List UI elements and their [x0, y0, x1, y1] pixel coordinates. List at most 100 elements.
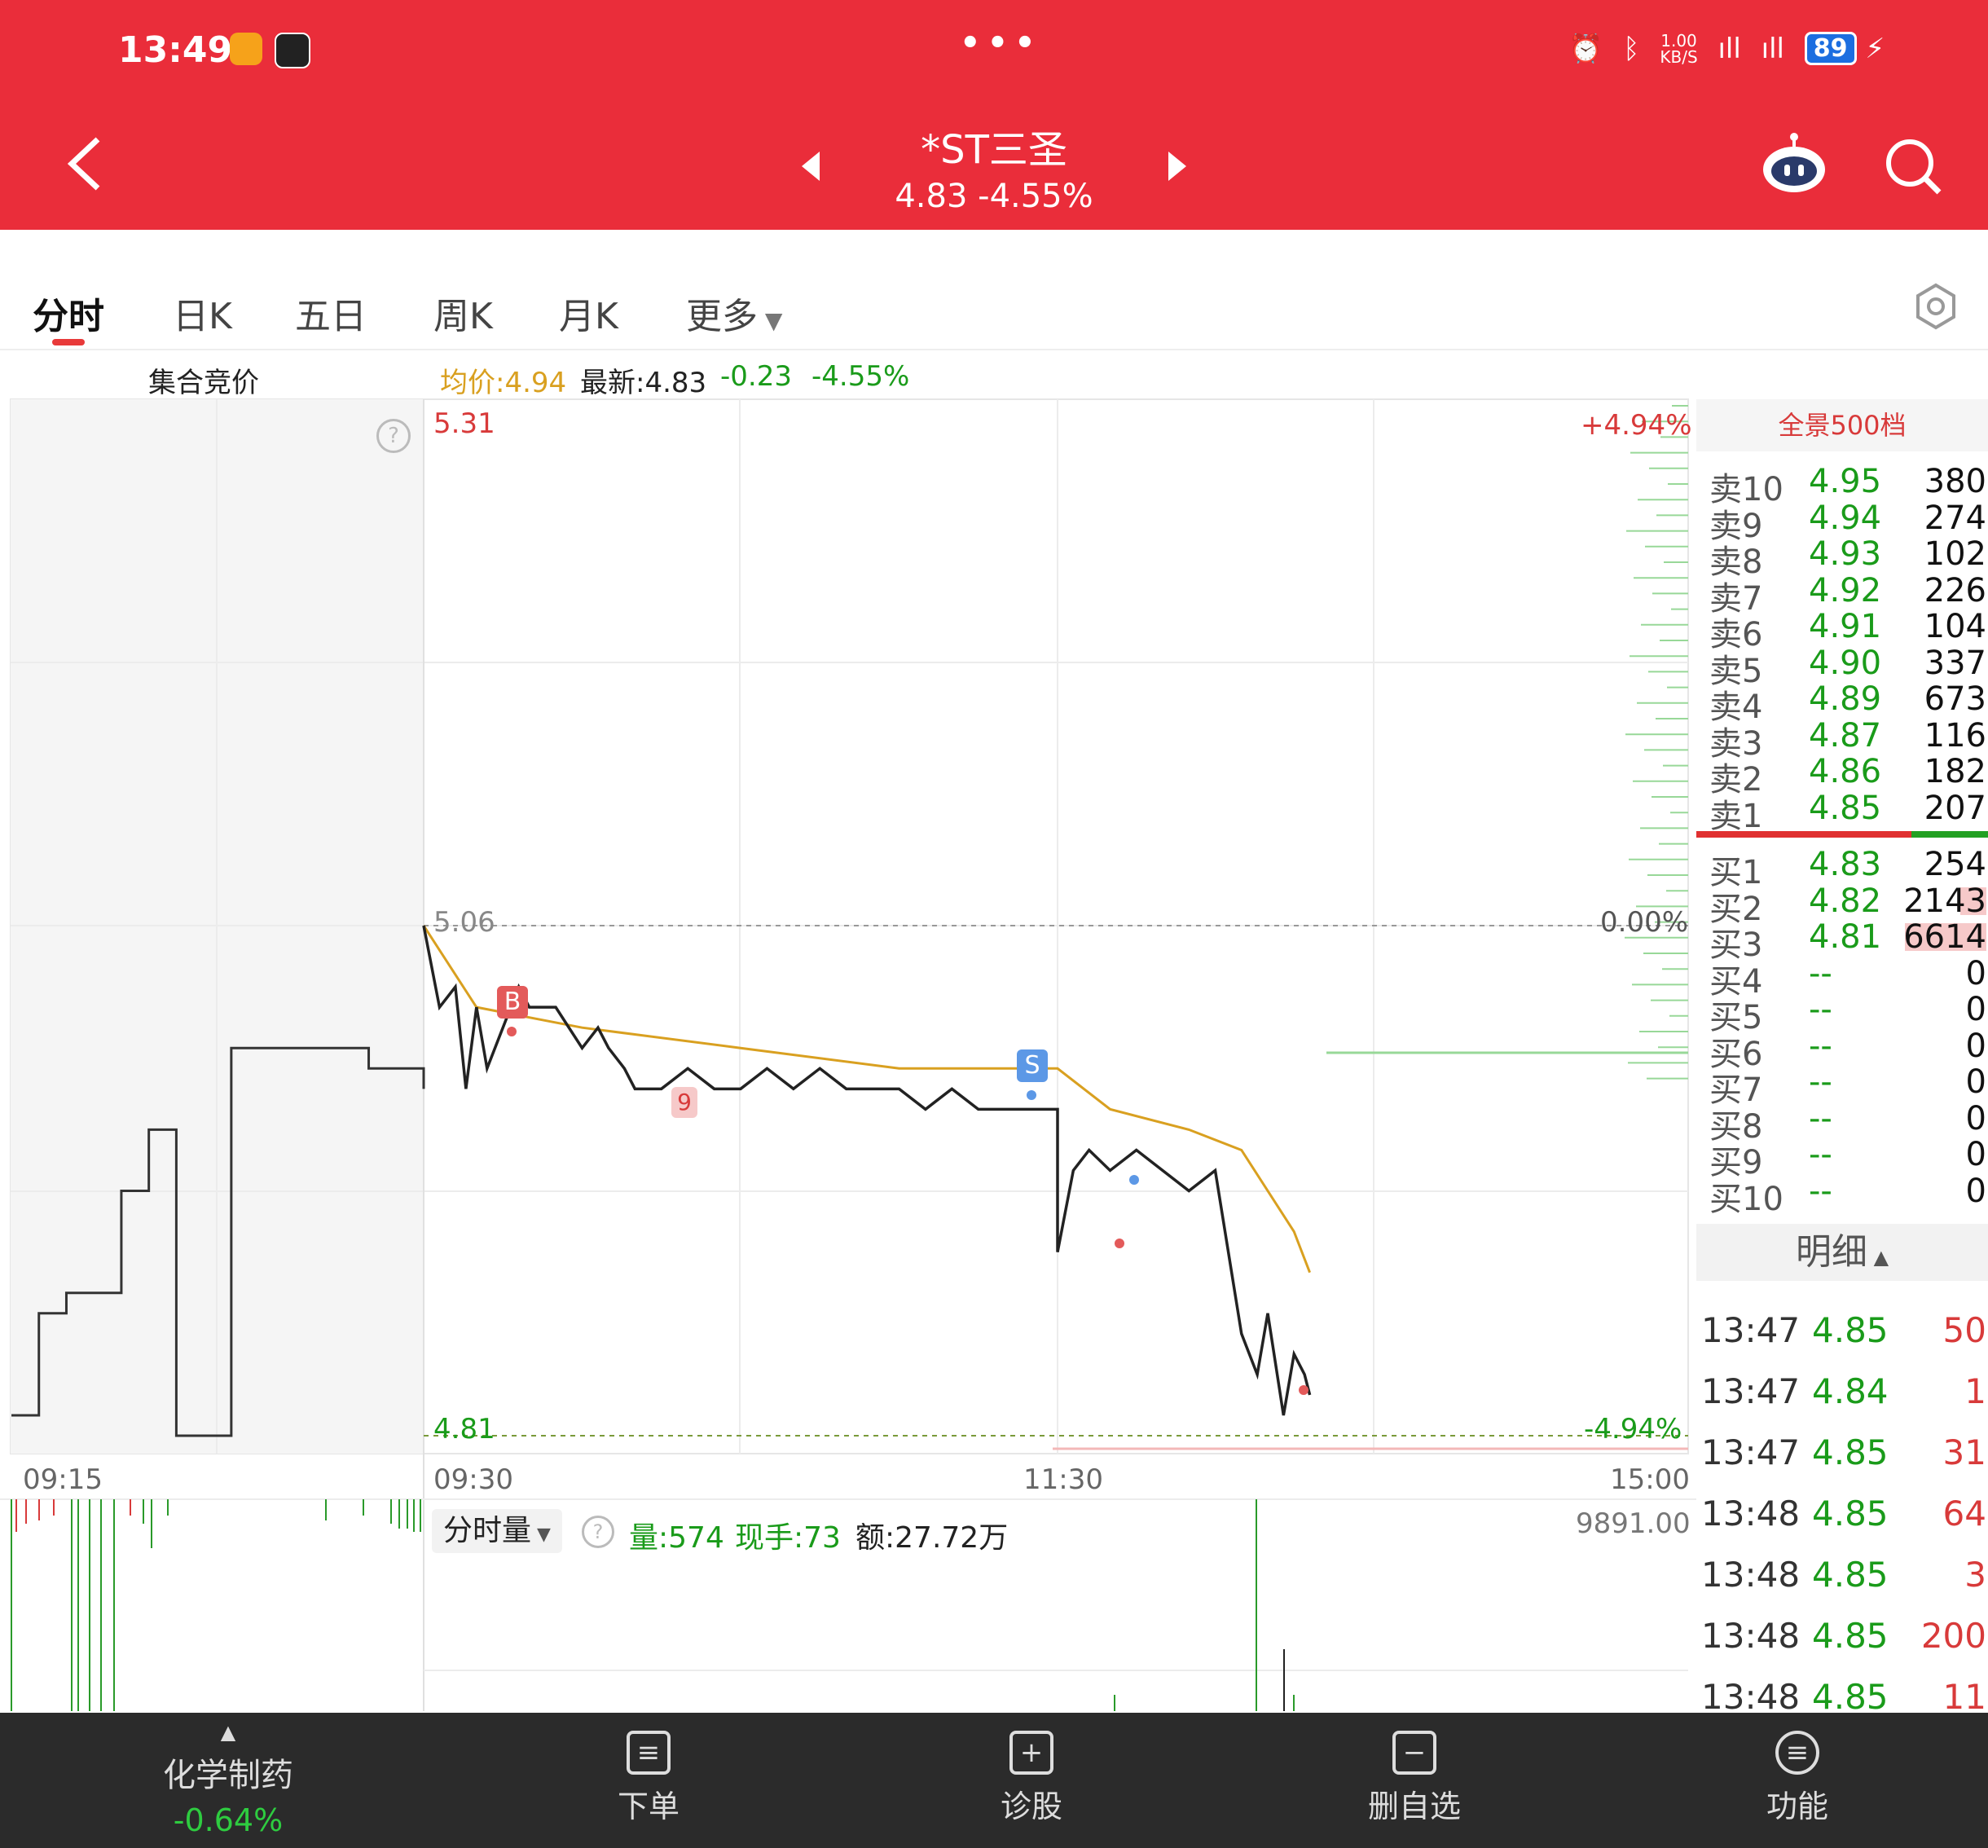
nav-diagnose[interactable]: + 诊股 [950, 1713, 1113, 1826]
volume-help-icon[interactable]: ? [582, 1516, 614, 1548]
sector-change: -0.64% [173, 1802, 284, 1838]
bid-row[interactable]: 买5 -- 0 [1709, 991, 1986, 1036]
time-tick-1500: 15:00 [1610, 1463, 1690, 1496]
ask-row[interactable]: 卖8 4.93 102 [1709, 535, 1986, 581]
tab-five-day[interactable]: 五日 [295, 287, 367, 339]
ask-row[interactable]: 卖2 4.86 182 [1709, 753, 1986, 799]
ask-row[interactable]: 卖4 4.89 673 [1709, 680, 1986, 726]
chevron-up-icon: ▲ [1867, 1246, 1889, 1269]
ask-row[interactable]: 卖9 4.94 274 [1709, 499, 1986, 545]
ask-row[interactable]: 卖5 4.90 337 [1709, 644, 1986, 690]
chart-base-pct: 0.00% [1600, 906, 1689, 939]
search-icon[interactable] [1882, 135, 1944, 197]
help-icon[interactable]: ? [376, 419, 411, 453]
detail-time: 13:48 [1701, 1677, 1801, 1717]
bid-label: 买10 [1709, 1180, 1783, 1218]
detail-price: 4.85 [1812, 1310, 1889, 1350]
detail-volume: 31 [1942, 1432, 1986, 1472]
ask-label: 卖1 [1709, 797, 1763, 835]
detail-time: 13:48 [1701, 1555, 1801, 1595]
tab-monthly-k[interactable]: 月K [559, 287, 618, 339]
ask-row[interactable]: 卖6 4.91 104 [1709, 608, 1986, 653]
detail-price: 4.85 [1812, 1432, 1889, 1472]
detail-time: 13:48 [1701, 1494, 1801, 1533]
nav-remove-watchlist-label: 删自选 [1367, 1789, 1461, 1824]
bid-price: 4.83 [1809, 846, 1882, 883]
tab-intraday[interactable]: 分时 [33, 287, 104, 339]
bid-price: -- [1809, 1063, 1832, 1101]
detail-volume: 3 [1964, 1555, 1986, 1595]
price-line [422, 925, 1312, 1416]
bid-price: -- [1809, 1136, 1832, 1173]
active-tab-indicator [52, 339, 85, 345]
sector-name[interactable]: 化学制药 [147, 1749, 310, 1796]
trade-dot [1129, 1175, 1139, 1185]
bid-row[interactable]: 买2 4.82 2143 [1709, 882, 1986, 928]
back-icon[interactable] [57, 135, 106, 192]
ask-row[interactable]: 卖7 4.92 226 [1709, 572, 1986, 618]
bid-ask-ratio-green [1911, 831, 1988, 838]
bid-row[interactable]: 买9 -- 0 [1709, 1136, 1986, 1181]
detail-row: 13:47 4.84 1 [1701, 1371, 1986, 1420]
ask-volume: 102 [1924, 535, 1986, 573]
bid-volume: 0 [1965, 991, 1986, 1028]
app-notification-icon [230, 33, 262, 65]
tab-weekly-k[interactable]: 周K [433, 287, 493, 339]
ask-volume: 116 [1924, 716, 1986, 755]
ask-row[interactable]: 卖10 4.95 380 [1709, 463, 1986, 508]
more-dots-icon[interactable]: ••• [960, 24, 1042, 62]
bid-row[interactable]: 买1 4.83 254 [1709, 846, 1986, 891]
nav-order[interactable]: ≡ 下单 [567, 1713, 730, 1826]
ask-volume: 337 [1924, 644, 1986, 682]
bid-row[interactable]: 买4 -- 0 [1709, 954, 1986, 1001]
nav-functions[interactable]: ≡ 功能 [1716, 1713, 1879, 1826]
detail-row: 13:48 4.85 64 [1701, 1494, 1986, 1542]
bid-row[interactable]: 买7 -- 0 [1709, 1063, 1986, 1109]
ask-price: 4.85 [1809, 789, 1882, 827]
detail-toggle[interactable]: 明细 ▲ [1696, 1224, 1988, 1281]
bid-volume: 0 [1965, 954, 1986, 992]
bid-row[interactable]: 买6 -- 0 [1709, 1027, 1986, 1073]
chart-tabbar: 分时 日K 五日 周K 月K 更多 ▼ [0, 254, 1988, 350]
ask-price: 4.94 [1809, 499, 1882, 537]
nine-turn-marker[interactable]: 9 [671, 1087, 697, 1118]
tab-more-label: 更多 [686, 296, 758, 337]
ask-volume: 207 [1924, 789, 1986, 827]
detail-time: 13:47 [1701, 1371, 1801, 1411]
bid-price: -- [1809, 991, 1832, 1028]
detail-volume: 1 [1964, 1371, 1986, 1411]
chevron-up-icon[interactable]: ▲ [147, 1721, 310, 1744]
detail-price: 4.85 [1812, 1494, 1889, 1533]
bottom-navigation: ▲ 化学制药 -0.64% ≡ 下单 + 诊股 − 删自选 ≡ 功能 [0, 1713, 1988, 1848]
bid-price: 4.82 [1809, 882, 1882, 920]
settings-icon[interactable] [1911, 282, 1960, 331]
ask-price: 4.95 [1809, 463, 1882, 500]
sell-marker[interactable]: S [1017, 1049, 1048, 1082]
orderbook-title[interactable]: 全景500档 [1696, 399, 1988, 451]
bid-price: -- [1809, 954, 1832, 992]
volume-selector-label: 分时量 [443, 1514, 532, 1547]
nav-remove-watchlist[interactable]: − 删自选 [1333, 1713, 1496, 1826]
stock-price-change: 4.83 -4.55% [895, 178, 1093, 215]
alarm-icon: ⏰ [1568, 32, 1603, 65]
tab-more[interactable]: 更多 ▼ [686, 287, 782, 339]
bid-row[interactable]: 买10 -- 0 [1709, 1172, 1986, 1218]
signal-5g-icon-2: ıll [1761, 32, 1784, 65]
bid-row[interactable]: 买3 4.81 6614 [1709, 918, 1986, 964]
buy-marker[interactable]: B [497, 986, 528, 1019]
volume-selector[interactable]: 分时量 ▼ [432, 1509, 562, 1553]
order-icon: ≡ [627, 1731, 671, 1775]
tab-daily-k[interactable]: 日K [173, 287, 232, 339]
intraday-chart[interactable] [0, 391, 1696, 1713]
nav-order-label: 下单 [617, 1789, 680, 1824]
robot-assistant-icon[interactable] [1760, 130, 1828, 199]
bid-price: -- [1809, 1172, 1832, 1210]
bid-row[interactable]: 买8 -- 0 [1709, 1100, 1986, 1146]
ask-row[interactable]: 卖1 4.85 207 [1709, 789, 1986, 835]
remove-watchlist-icon: − [1392, 1731, 1436, 1775]
bid-ask-ratio-red [1696, 831, 1911, 838]
detail-row: 13:48 4.85 3 [1701, 1555, 1986, 1604]
ask-row[interactable]: 卖3 4.87 116 [1709, 716, 1986, 763]
battery-level: 89 [1804, 32, 1857, 65]
status-time: 13:49 [118, 29, 233, 71]
